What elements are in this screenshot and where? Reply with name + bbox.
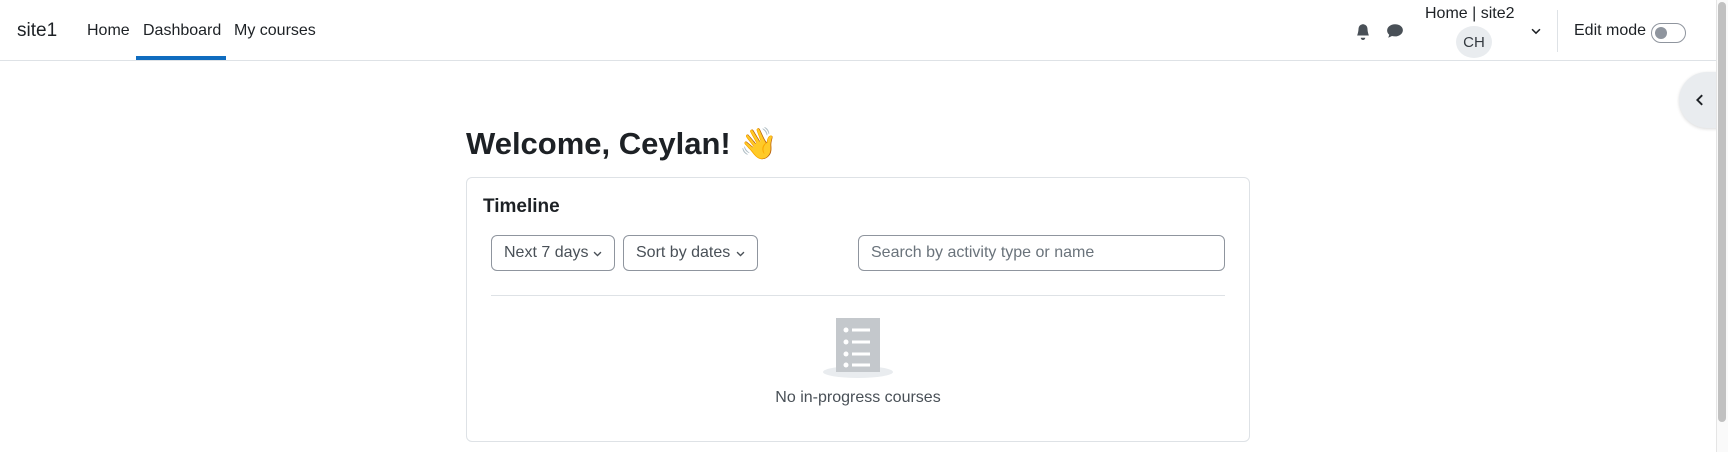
edit-mode-label: Edit mode: [1574, 22, 1647, 39]
user-avatar[interactable]: CH: [1456, 26, 1492, 58]
site-switcher-label[interactable]: Home | site2: [1425, 5, 1515, 23]
chevron-left-icon: [1696, 94, 1703, 106]
sort-label: Sort by dates: [636, 244, 731, 261]
bell-icon[interactable]: [1354, 22, 1372, 40]
timeline-divider: [491, 295, 1225, 296]
nav-link-my-courses[interactable]: My courses: [234, 22, 316, 40]
edit-mode-toggle[interactable]: [1651, 23, 1686, 43]
top-navbar: site1 Home Dashboard My courses Home | s…: [0, 0, 1716, 61]
chevron-down-icon[interactable]: [1529, 24, 1543, 38]
site-brand[interactable]: site1: [17, 20, 57, 42]
timeline-title: Timeline: [483, 196, 560, 217]
timeline-search-input[interactable]: [858, 235, 1225, 271]
timeline-block: Timeline Next 7 days Sort by dates No in…: [466, 177, 1250, 442]
empty-state-message: No in-progress courses: [775, 389, 941, 406]
page-title: Welcome, Ceylan! 👋: [466, 126, 778, 161]
sort-dropdown[interactable]: Sort by dates: [623, 235, 758, 271]
chevron-down-icon: [736, 251, 745, 257]
chevron-down-icon: [593, 251, 602, 257]
nav-divider: [1557, 10, 1558, 52]
day-filter-dropdown[interactable]: Next 7 days: [491, 235, 615, 271]
toggle-knob: [1655, 27, 1667, 39]
scrollbar-thumb[interactable]: [1718, 2, 1726, 422]
nav-link-dashboard[interactable]: Dashboard: [143, 22, 221, 40]
chat-icon[interactable]: [1386, 22, 1404, 40]
day-filter-label: Next 7 days: [504, 244, 589, 261]
nav-link-home[interactable]: Home: [87, 22, 130, 40]
empty-list-icon: [823, 318, 893, 378]
active-tab-indicator: [136, 56, 226, 60]
